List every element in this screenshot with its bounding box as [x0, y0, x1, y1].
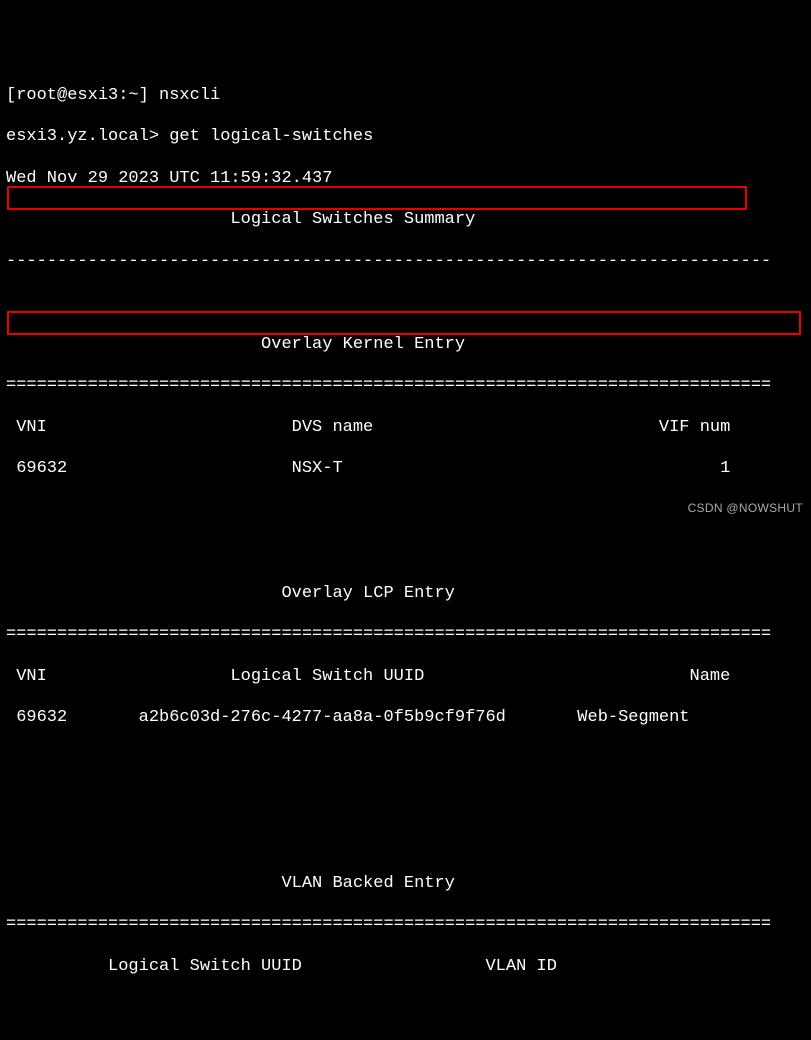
overlay-lcp-header: VNI Logical Switch UUID Name — [6, 667, 805, 688]
blank-line — [6, 542, 805, 563]
overlay-kernel-title: Overlay Kernel Entry — [6, 335, 805, 356]
divider-eq: ========================================… — [6, 376, 805, 397]
overlay-lcp-row: 69632 a2b6c03d-276c-4277-aa8a-0f5b9cf9f7… — [6, 708, 805, 729]
watermark: CSDN @NOWSHUT — [688, 501, 803, 516]
overlay-kernel-header: VNI DVS name VIF num — [6, 418, 805, 439]
blank-line — [6, 832, 805, 853]
nsx-prompt: esxi3.yz.local> — [6, 127, 169, 146]
blank-line — [6, 501, 805, 522]
blank-line — [6, 749, 805, 770]
blank-line — [6, 791, 805, 812]
overlay-kernel-row: 69632 NSX-T 1 — [6, 459, 805, 480]
highlight-box-lcp — [7, 311, 801, 335]
divider-dash: ----------------------------------------… — [6, 252, 805, 273]
command-nsxcli: nsxcli — [159, 86, 220, 105]
timestamp: Wed Nov 29 2023 UTC 11:59:32.437 — [6, 169, 805, 190]
overlay-lcp-title: Overlay LCP Entry — [6, 584, 805, 605]
divider-eq: ========================================… — [6, 625, 805, 646]
vlan-title: VLAN Backed Entry — [6, 874, 805, 895]
vlan-header: Logical Switch UUID VLAN ID — [6, 957, 805, 978]
command-get-switches: get logical-switches — [169, 127, 373, 146]
root-prompt: [root@esxi3:~] — [6, 86, 159, 105]
prompt-line-1: [root@esxi3:~] nsxcli — [6, 86, 805, 107]
prompt-line-2: esxi3.yz.local> get logical-switches — [6, 127, 805, 148]
blank-line — [6, 293, 805, 314]
divider-eq: ========================================… — [6, 915, 805, 936]
blank-line — [6, 998, 805, 1019]
summary-title: Logical Switches Summary — [6, 210, 805, 231]
